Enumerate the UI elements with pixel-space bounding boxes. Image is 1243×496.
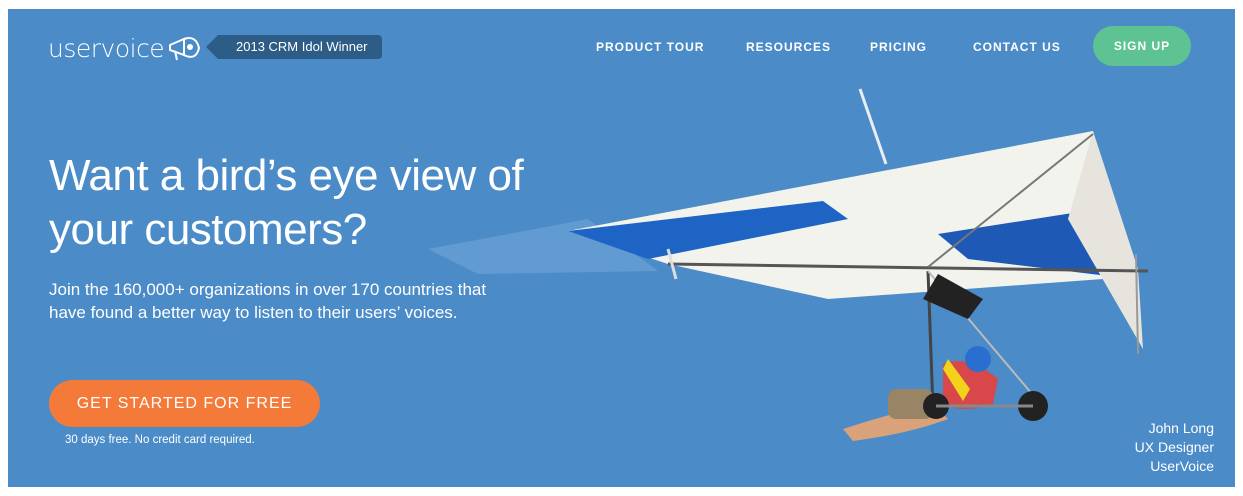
sign-up-button[interactable]: SIGN UP xyxy=(1093,26,1191,66)
logo-text: uservoice xyxy=(48,33,165,63)
nav-resources[interactable]: RESOURCES xyxy=(746,40,831,54)
testimonial-company: UserVoice xyxy=(1150,458,1214,474)
hero-headline: Want a bird’s eye view of your customers… xyxy=(49,151,524,254)
megaphone-icon xyxy=(169,37,201,61)
cta-note: 30 days free. No credit card required. xyxy=(65,434,255,446)
hero-section: uservoice 2013 CRM Idol Winner PRODUCT T… xyxy=(8,9,1235,487)
nav-contact-us[interactable]: CONTACT US xyxy=(973,40,1061,54)
crm-idol-badge: 2013 CRM Idol Winner xyxy=(206,35,382,59)
testimonial-caption: John Long UX Designer UserVoice xyxy=(1135,419,1214,476)
nav-product-tour[interactable]: PRODUCT TOUR xyxy=(596,40,704,54)
testimonial-role: UX Designer xyxy=(1134,439,1214,455)
testimonial-name: John Long xyxy=(1148,420,1214,436)
get-started-button[interactable]: GET STARTED FOR FREE xyxy=(49,380,320,427)
nav-pricing[interactable]: PRICING xyxy=(870,40,927,54)
hero-subtext: Join the 160,000+ organizations in over … xyxy=(49,280,487,322)
uservoice-logo[interactable]: uservoice xyxy=(48,33,204,63)
